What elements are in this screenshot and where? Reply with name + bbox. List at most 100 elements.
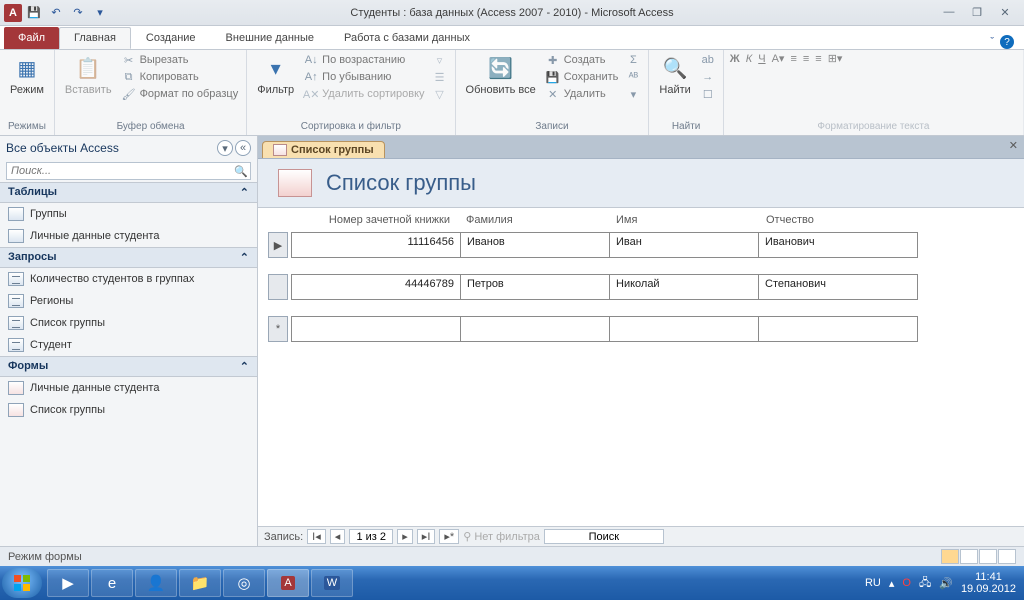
tray-flag-icon[interactable]: ▴ [889,577,895,590]
select-button[interactable]: ☐ [699,86,717,102]
refresh-all-button[interactable]: 🔄Обновить все [462,52,540,98]
cell-patronymic[interactable]: Степанович [758,274,918,300]
nav-search[interactable]: 🔍 [6,162,251,180]
recnav-first-button[interactable]: I◂ [307,529,326,544]
tray-clock[interactable]: 11:41 19.09.2012 [961,571,1016,595]
italic-button[interactable]: К [746,53,752,65]
nav-dropdown-icon[interactable]: ▾ [217,140,233,156]
tab-dbtools[interactable]: Работа с базами данных [329,27,485,49]
find-button[interactable]: 🔍Найти [655,52,694,98]
nav-group-queries[interactable]: Запросы⌃ [0,247,257,268]
taskbar-explorer[interactable]: 📁 [179,569,221,597]
nav-item-query[interactable]: Список группы [0,312,257,334]
align-center-button[interactable]: ≡ [803,53,809,65]
filter-selection-button[interactable]: ▿ [431,52,449,68]
grid-button[interactable]: ⊞▾ [828,52,843,65]
recnav-search-input[interactable] [544,529,664,544]
new-record-button[interactable]: ✚Создать [544,52,621,68]
taskbar-media-player[interactable]: ▶ [47,569,89,597]
tab-home[interactable]: Главная [59,27,131,49]
recnav-position-input[interactable] [349,529,393,544]
view-datasheet-button[interactable] [960,549,978,564]
totals-button[interactable]: Σ [624,52,642,68]
more-button[interactable]: ▾ [624,86,642,102]
nav-item-form[interactable]: Личные данные студента [0,377,257,399]
help-icon[interactable]: ? [1000,35,1014,49]
delete-record-button[interactable]: ✕Удалить [544,86,621,102]
close-tab-icon[interactable]: ✕ [1009,139,1018,152]
taskbar-ie[interactable]: e [91,569,133,597]
save-icon[interactable]: 💾 [24,3,44,23]
nav-item-table[interactable]: Группы [0,203,257,225]
ribbon-minimize-icon[interactable]: ˇ [990,36,994,48]
format-painter-button[interactable]: 🖌Формат по образцу [120,86,241,102]
replace-button[interactable]: ab [699,52,717,68]
bold-button[interactable]: Ж [730,53,740,65]
redo-icon[interactable]: ↷ [68,3,88,23]
copy-button[interactable]: ⧉Копировать [120,69,241,85]
font-color-button[interactable]: A▾ [772,52,785,65]
view-layout-button[interactable] [979,549,997,564]
minimize-button[interactable]: — [940,6,958,19]
view-design-button[interactable] [998,549,1016,564]
undo-icon[interactable]: ↶ [46,3,66,23]
mode-button[interactable]: ▦ Режим [6,52,48,98]
goto-button[interactable]: → [699,69,717,85]
start-button[interactable] [2,568,42,598]
cell-lastname[interactable]: Петров [460,274,610,300]
restore-button[interactable]: ❐ [968,6,986,19]
taskbar-word[interactable]: W [311,569,353,597]
align-left-button[interactable]: ≡ [790,53,796,65]
recnav-next-button[interactable]: ▸ [397,529,413,544]
sort-desc-button[interactable]: A↑По убыванию [302,69,426,85]
cell-lastname[interactable] [460,316,610,342]
search-icon[interactable]: 🔍 [232,165,250,178]
cell-patronymic[interactable] [758,316,918,342]
view-form-button[interactable] [941,549,959,564]
taskbar-app[interactable]: ◎ [223,569,265,597]
nav-item-query[interactable]: Регионы [0,290,257,312]
tray-network-icon[interactable]: 🖧 [919,574,931,593]
nav-item-table[interactable]: Личные данные студента [0,225,257,247]
cell-record-id[interactable] [291,316,461,342]
close-button[interactable]: ✕ [996,6,1014,19]
nav-group-tables[interactable]: Таблицы⌃ [0,182,257,203]
clear-sort-button[interactable]: A✕Удалить сортировку [302,86,426,102]
nav-collapse-icon[interactable]: « [235,140,251,156]
save-record-button[interactable]: 💾Сохранить [544,69,621,85]
nav-title[interactable]: Все объекты Access [6,141,119,155]
app-icon[interactable]: A [4,4,22,22]
tray-opera-icon[interactable]: O [902,577,911,589]
row-selector[interactable]: ▶ [268,232,288,258]
qat-customize-icon[interactable]: ▾ [90,3,110,23]
nav-item-query[interactable]: Количество студентов в группах [0,268,257,290]
nav-item-query[interactable]: Студент [0,334,257,356]
cell-patronymic[interactable]: Иванович [758,232,918,258]
taskbar-access[interactable]: A [267,569,309,597]
tab-external[interactable]: Внешние данные [211,27,329,49]
cell-record-id[interactable]: 44446789 [291,274,461,300]
cell-firstname[interactable]: Иван [609,232,759,258]
filter-advanced-button[interactable]: ☰ [431,69,449,85]
row-selector[interactable] [268,274,288,300]
nav-search-input[interactable] [7,163,232,179]
cell-firstname[interactable]: Николай [609,274,759,300]
document-tab[interactable]: Список группы [262,141,385,158]
cut-button[interactable]: ✂Вырезать [120,52,241,68]
cell-record-id[interactable]: 11116456 [291,232,461,258]
spelling-button[interactable]: ᴬᴮ [624,69,642,85]
filter-button[interactable]: ▾Фильтр [253,52,298,98]
tray-volume-icon[interactable]: 🔊 [939,577,953,590]
recnav-prev-button[interactable]: ◂ [330,529,346,544]
cell-firstname[interactable] [609,316,759,342]
sort-asc-button[interactable]: A↓По возрастанию [302,52,426,68]
tab-file[interactable]: Файл [4,27,59,49]
paste-button[interactable]: 📋 Вставить [61,52,116,98]
cell-lastname[interactable]: Иванов [460,232,610,258]
taskbar-user[interactable]: 👤 [135,569,177,597]
tab-create[interactable]: Создание [131,27,211,49]
filter-toggle-button[interactable]: ▽ [431,86,449,102]
align-right-button[interactable]: ≡ [815,53,821,65]
nav-group-forms[interactable]: Формы⌃ [0,356,257,377]
row-selector-new[interactable]: * [268,316,288,342]
